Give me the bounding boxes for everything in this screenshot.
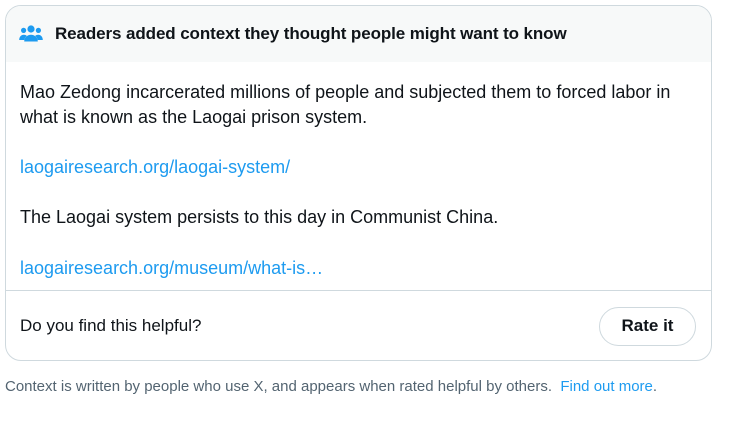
source-link-museum[interactable]: laogairesearch.org/museum/what-is… — [20, 256, 697, 281]
disclaimer-period: . — [652, 378, 658, 395]
rate-it-button[interactable]: Rate it — [599, 306, 696, 346]
note-body: Mao Zedong incarcerated millions of peop… — [6, 62, 711, 291]
context-disclaimer: Context is written by people who use X, … — [5, 376, 705, 397]
find-out-more-link[interactable]: Find out more — [560, 378, 653, 395]
disclaimer-text: Context is written by people who use X, … — [5, 378, 552, 395]
note-header: Readers added context they thought peopl… — [6, 6, 711, 62]
note-header-title: Readers added context they thought peopl… — [55, 24, 567, 43]
people-group-icon — [19, 24, 45, 44]
community-note-card: Readers added context they thought peopl… — [5, 5, 712, 361]
note-paragraph-persists: The Laogai system persists to this day i… — [20, 207, 499, 227]
source-link-laogai-system[interactable]: laogairesearch.org/laogai-system/ — [20, 155, 697, 180]
helpful-question: Do you find this helpful? — [20, 316, 202, 335]
note-paragraph-mao-laogai: Mao Zedong incarcerated millions of peop… — [20, 82, 671, 127]
note-footer: Do you find this helpful? Rate it — [6, 291, 711, 360]
